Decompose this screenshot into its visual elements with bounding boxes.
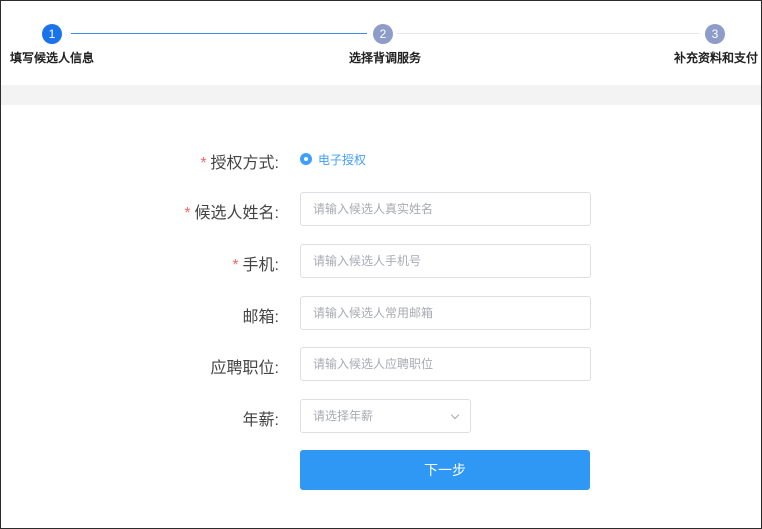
next-step-button[interactable]: 下一步 (300, 450, 590, 490)
email-input[interactable]: 请输入候选人常用邮箱 (300, 296, 591, 330)
name-label-text: 候选人姓名: (194, 205, 279, 222)
radio-checked-icon (300, 153, 312, 165)
auth-method-row: * 授权方式: 电子授权 (1, 149, 761, 173)
position-row: 应聘职位: 请输入候选人应聘职位 (1, 347, 761, 381)
phone-input[interactable]: 请输入候选人手机号 (300, 244, 591, 278)
position-label: 应聘职位: (210, 360, 279, 377)
step-connector-pending (397, 33, 699, 34)
salary-select-placeholder: 请选择年薪 (313, 409, 374, 423)
email-label: 邮箱: (242, 309, 279, 326)
step-3-title: 补充资料和支付 (674, 51, 759, 65)
required-mark: * (232, 257, 239, 274)
required-mark: * (200, 155, 207, 172)
section-divider (1, 85, 761, 105)
auth-electronic-label: 电子授权 (318, 152, 367, 167)
page-frame: 1 2 3 填写候选人信息 选择背调服务 补充资料和支付 * 授权方式: 电子授权… (0, 0, 762, 529)
step-1-indicator: 1 (42, 24, 62, 44)
step-connector-completed (71, 33, 367, 34)
phone-label: * 手机: (232, 251, 279, 275)
auth-method-label: * 授权方式: (200, 149, 279, 173)
step-3-indicator: 3 (705, 24, 725, 44)
auth-method-label-text: 授权方式: (210, 155, 279, 172)
phone-row: * 手机: 请输入候选人手机号 (1, 244, 761, 278)
phone-label-text: 手机: (242, 257, 279, 274)
salary-row: 年薪: 请选择年薪 (1, 399, 761, 433)
name-row: * 候选人姓名: 请输入候选人真实姓名 (1, 192, 761, 226)
email-row: 邮箱: 请输入候选人常用邮箱 (1, 296, 761, 330)
name-label: * 候选人姓名: (184, 199, 279, 223)
salary-select[interactable]: 请选择年薪 (300, 399, 471, 433)
name-input[interactable]: 请输入候选人真实姓名 (300, 192, 591, 226)
position-input[interactable]: 请输入候选人应聘职位 (300, 347, 591, 381)
auth-electronic-radio[interactable]: 电子授权 (300, 149, 366, 169)
step-2-title: 选择背调服务 (349, 51, 422, 65)
salary-label: 年薪: (242, 412, 279, 429)
step-progress: 1 2 3 填写候选人信息 选择背调服务 补充资料和支付 (1, 1, 761, 85)
step-2-indicator: 2 (373, 24, 393, 44)
required-mark: * (184, 205, 191, 222)
chevron-down-icon (450, 410, 460, 420)
step-1-title: 填写候选人信息 (10, 51, 95, 65)
